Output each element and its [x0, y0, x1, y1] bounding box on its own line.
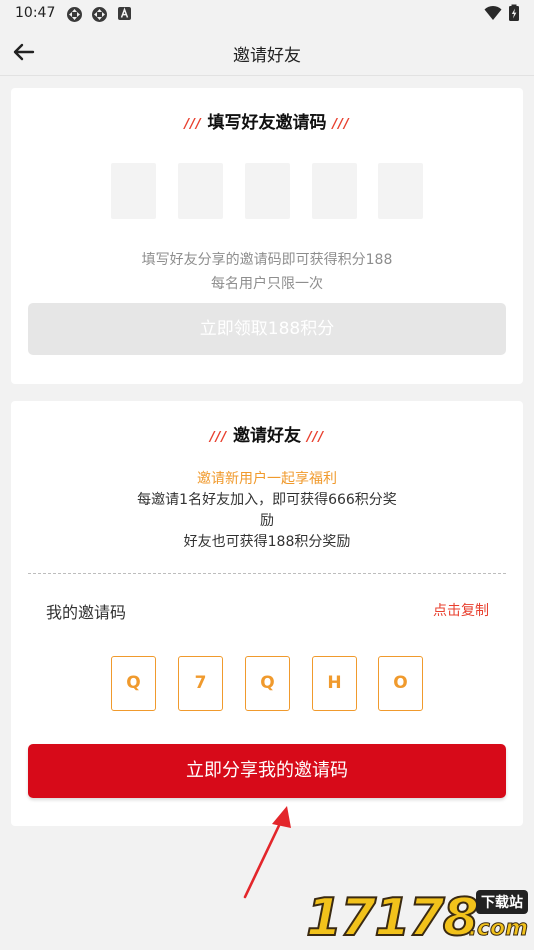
my-code-char: H — [312, 656, 357, 711]
my-code-char: 7 — [178, 656, 223, 711]
watermark-logo: 17178 下载站 .com — [305, 886, 534, 950]
page-title: 邀请好友 — [233, 46, 301, 66]
my-code-char: Q — [245, 656, 290, 711]
watermark-domain: .com — [468, 916, 528, 942]
my-code-label: 我的邀请码 — [46, 603, 127, 622]
status-bar: 10:47 — [0, 0, 534, 28]
status-time: 10:47 — [15, 5, 56, 21]
invite-title-text: 邀请好友 — [233, 426, 301, 446]
hint-line-1: 填写好友分享的邀请码即可获得积分188 — [141, 252, 393, 268]
invite-title: /// 邀请好友 /// — [11, 421, 523, 446]
code-input-box[interactable] — [178, 163, 223, 219]
enter-code-card: /// 填写好友邀请码 /// 填写好友分享的邀请码即可获得积分188 每名用户… — [11, 88, 523, 384]
code-input-box[interactable] — [245, 163, 290, 219]
battery-icon — [509, 4, 519, 21]
sync-icon — [92, 7, 107, 22]
deco-slashes-right: /// — [306, 430, 325, 445]
code-input-box[interactable] — [111, 163, 156, 219]
my-code-char: O — [378, 656, 423, 711]
invite-card: /// 邀请好友 /// 邀请新用户一起享福利 每邀请1名好友加入，即可获得66… — [11, 401, 523, 826]
my-code-char: Q — [111, 656, 156, 711]
code-input-box[interactable] — [378, 163, 423, 219]
hint-line-2: 每名用户只限一次 — [211, 276, 323, 292]
notification-a-icon — [118, 7, 131, 20]
share-my-code-button[interactable]: 立即分享我的邀请码 — [28, 744, 506, 798]
promo-line-1: 每邀请1名好友加入，即可获得666积分奖 — [137, 492, 397, 508]
dashed-divider — [28, 573, 506, 574]
deco-slashes-left: /// — [184, 117, 202, 132]
copy-code-link[interactable]: 点击复制 — [433, 600, 489, 620]
sync-icon — [67, 7, 82, 22]
deco-slashes-right: /// — [332, 117, 350, 132]
wifi-icon — [484, 5, 502, 20]
annotation-arrow-icon — [243, 806, 291, 899]
enter-code-title-text: 填写好友邀请码 — [207, 113, 327, 133]
enter-code-title: /// 填写好友邀请码 /// — [11, 108, 523, 133]
deco-slashes-left: /// — [209, 430, 228, 445]
code-input-box[interactable] — [312, 163, 357, 219]
promo-line-2: 励 — [260, 513, 274, 529]
app-bar: 邀请好友 — [0, 28, 534, 76]
promo-headline: 邀请新用户一起享福利 — [197, 471, 337, 487]
watermark-tag: 下载站 — [476, 890, 528, 914]
watermark-number: 17178 — [305, 887, 480, 949]
promo-line-3: 好友也可获得188积分奖励 — [183, 534, 351, 550]
claim-points-button[interactable]: 立即领取188积分 — [28, 303, 506, 355]
